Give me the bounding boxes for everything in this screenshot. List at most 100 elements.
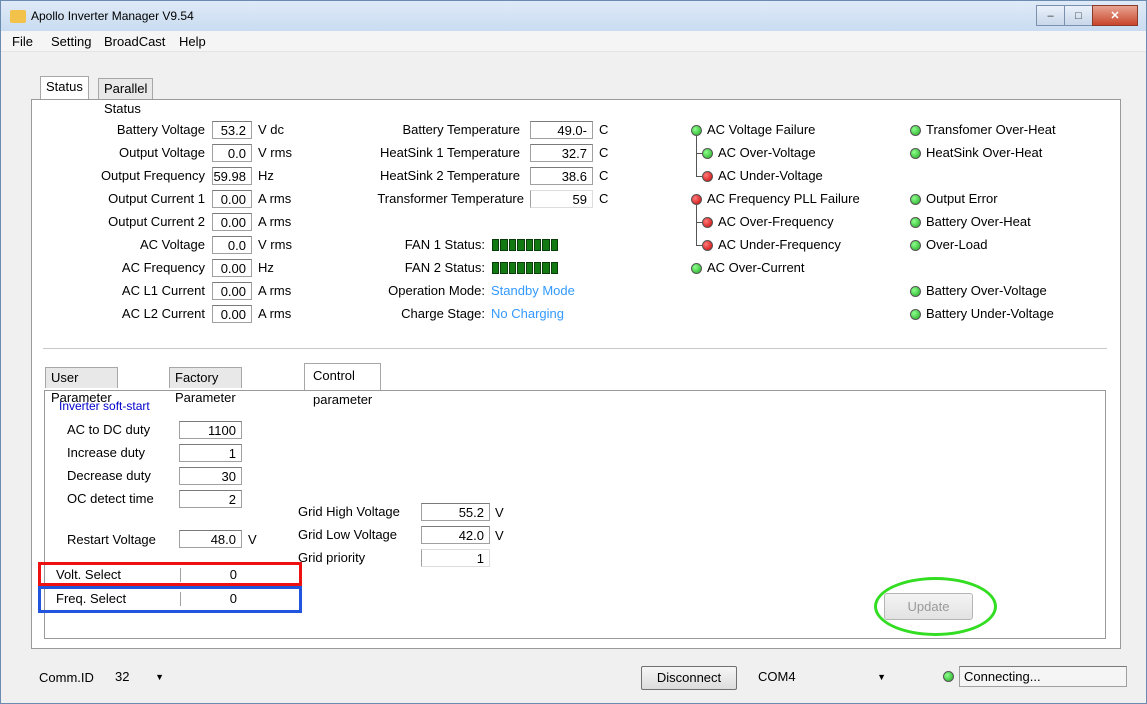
menu-broadcast[interactable]: BroadCast <box>104 34 165 49</box>
ac-frequency-pll-failure-led <box>691 194 702 205</box>
chevron-down-icon: ▼ <box>155 672 164 682</box>
battery-voltage-value: 53.2 <box>212 121 252 139</box>
menu-help[interactable]: Help <box>179 34 206 49</box>
com-port-value: COM4 <box>758 669 796 684</box>
maximize-button[interactable]: □ <box>1064 5 1093 26</box>
tab-user-parameter[interactable]: User Parameter <box>45 367 118 405</box>
restart-voltage-input[interactable]: 48.0 <box>179 530 242 548</box>
grid-high-voltage-label: Grid High Voltage <box>298 504 400 519</box>
divider <box>43 348 1107 349</box>
heatsink-over-heat-led <box>910 148 921 159</box>
ac-under-voltage-led <box>702 171 713 182</box>
decrease-duty-input[interactable]: 30 <box>179 467 242 485</box>
battery-temperature-value: 49.0- <box>530 121 593 139</box>
fan-2-status-label: FAN 2 Status: <box>404 260 485 275</box>
grid-priority-label: Grid priority <box>298 550 366 565</box>
grid-priority-input[interactable]: 1 <box>421 549 490 567</box>
tab-factory-parameter[interactable]: Factory Parameter <box>169 367 242 405</box>
charge-stage-label: Charge Stage: <box>401 306 485 321</box>
heatsink-1-temperature-unit: C <box>599 145 609 160</box>
ac-l2-current-unit: A rms <box>258 306 292 321</box>
disconnect-button[interactable]: Disconnect <box>641 666 737 690</box>
decrease-duty-label: Decrease duty <box>67 468 151 483</box>
output-frequency-value: 59.98 <box>212 167 252 185</box>
fan-1-status-label: FAN 1 Status: <box>404 237 485 252</box>
highlight-volt-select <box>38 562 302 586</box>
ac-over-voltage-label: AC Over-Voltage <box>718 145 816 160</box>
output-current-1-unit: A rms <box>258 191 292 206</box>
ac-voltage-label: AC Voltage <box>139 237 205 252</box>
com-port-select[interactable]: COM4 ▼ <box>753 666 891 688</box>
fan-2-status-indicator <box>492 262 558 274</box>
oc-detect-time-label: OC detect time <box>67 491 154 506</box>
heatsink-1-temperature-value: 32.7 <box>530 144 593 162</box>
increase-duty-label: Increase duty <box>67 445 146 460</box>
over-load-label: Over-Load <box>926 237 988 252</box>
increase-duty-input[interactable]: 1 <box>179 444 242 462</box>
close-icon: ✕ <box>1110 10 1120 22</box>
battery-under-voltage-label: Battery Under-Voltage <box>926 306 1054 321</box>
grid-high-voltage-input[interactable]: 55.2 <box>421 503 490 521</box>
output-current-2-value: 0.00 <box>212 213 252 231</box>
close-button[interactable]: ✕ <box>1092 5 1138 26</box>
app-icon <box>10 10 26 23</box>
ac-l1-current-unit: A rms <box>258 283 292 298</box>
ac-voltage-failure-led <box>691 125 702 136</box>
grid-low-voltage-unit: V <box>495 528 504 543</box>
menu-bar: File Setting BroadCast Help <box>1 31 1146 52</box>
transformer-temperature-unit: C <box>599 191 609 206</box>
ac-frequency-value: 0.00 <box>212 259 252 277</box>
battery-temperature-unit: C <box>599 122 609 137</box>
ac-under-frequency-led <box>702 240 713 251</box>
connection-status-led <box>943 671 954 682</box>
battery-voltage-unit: V dc <box>258 122 285 137</box>
chevron-down-icon: ▼ <box>877 672 886 682</box>
output-error-led <box>910 194 921 205</box>
grid-low-voltage-input[interactable]: 42.0 <box>421 526 490 544</box>
ac-to-dc-duty-label: AC to DC duty <box>67 422 151 437</box>
output-current-2-unit: A rms <box>258 214 292 229</box>
tab-control-parameter[interactable]: Control parameter <box>304 363 382 407</box>
ac-voltage-unit: V rms <box>258 237 292 252</box>
menu-file[interactable]: File <box>12 34 33 49</box>
heatsink-2-temperature-value: 38.6 <box>530 167 593 185</box>
ac-frequency-pll-failure-label: AC Frequency PLL Failure <box>707 191 860 206</box>
output-frequency-label: Output Frequency <box>100 168 205 183</box>
restart-voltage-label: Restart Voltage <box>67 532 156 547</box>
transformer-temperature-value: 59 <box>530 190 593 208</box>
output-voltage-label: Output Voltage <box>118 145 205 160</box>
ac-over-frequency-led <box>702 217 713 228</box>
heatsink-1-temperature-label: HeatSink 1 Temperature <box>380 145 520 160</box>
title-bar: Apollo Inverter Manager V9.54 – □ ✕ <box>1 1 1146 31</box>
minimize-button[interactable]: – <box>1036 5 1065 26</box>
ac-to-dc-duty-input[interactable]: 1100 <box>179 421 242 439</box>
battery-temperature-label: Battery Temperature <box>402 122 520 137</box>
tab-parallel-status[interactable]: Parallel Status <box>98 78 154 116</box>
comm-id-select[interactable]: 32 ▼ <box>110 666 169 688</box>
tab-status[interactable]: Status <box>40 76 89 99</box>
battery-under-voltage-led <box>910 309 921 320</box>
highlight-freq-select <box>38 586 302 613</box>
menu-setting[interactable]: Setting <box>51 34 91 49</box>
output-error-label: Output Error <box>926 191 998 206</box>
oc-detect-time-input[interactable]: 2 <box>179 490 242 508</box>
output-voltage-unit: V rms <box>258 145 292 160</box>
ac-over-current-led <box>691 263 702 274</box>
heatsink-2-temperature-label: HeatSink 2 Temperature <box>380 168 520 183</box>
ac-under-frequency-label: AC Under-Frequency <box>718 237 841 252</box>
comm-id-value: 32 <box>115 669 130 684</box>
transformer-temperature-label: Transformer Temperature <box>377 191 524 206</box>
output-voltage-value: 0.0 <box>212 144 252 162</box>
battery-over-heat-led <box>910 217 921 228</box>
output-current-2-label: Output Current 2 <box>108 214 205 229</box>
grid-low-voltage-label: Grid Low Voltage <box>298 527 398 542</box>
maximize-icon: □ <box>1075 9 1082 22</box>
minimize-icon: – <box>1047 9 1054 22</box>
charge-stage-value: No Charging <box>491 306 564 321</box>
ac-over-frequency-label: AC Over-Frequency <box>718 214 834 229</box>
ac-over-current-label: AC Over-Current <box>707 260 805 275</box>
window-title: Apollo Inverter Manager V9.54 <box>31 9 194 23</box>
battery-voltage-label: Battery Voltage <box>116 122 205 137</box>
transformer-over-heat-led <box>910 125 921 136</box>
ac-l2-current-value: 0.00 <box>212 305 252 323</box>
